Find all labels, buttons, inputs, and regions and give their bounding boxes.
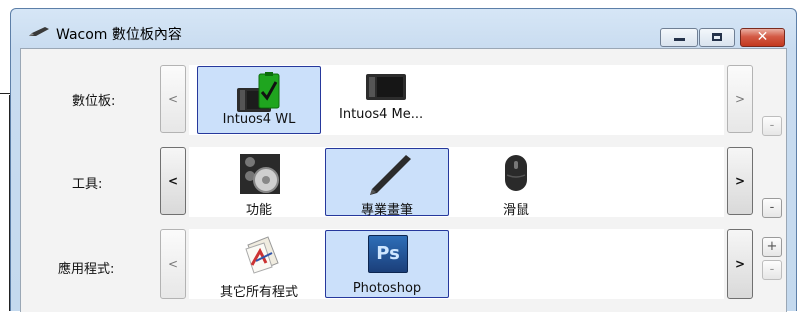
tablet-wireless-check-icon: [237, 72, 280, 112]
application-scroll-right-button[interactable]: >: [727, 229, 753, 299]
tablet-item-label: Intuos4 Me...: [339, 107, 424, 122]
client-area: 數位板: < Intuos4 WL Intuos4 Me... > - 工具: …: [20, 48, 787, 312]
application-item-all-other-programs[interactable]: 其它所有程式: [197, 230, 321, 300]
tablet-list: Intuos4 WL Intuos4 Me...: [189, 65, 724, 135]
mouse-icon: [505, 155, 527, 191]
tool-scroll-right-button[interactable]: >: [727, 147, 753, 215]
maximize-icon: [712, 33, 722, 41]
tool-list: 功能 專業畫筆 滑鼠: [189, 147, 724, 218]
tablet-item-intuos4-wl[interactable]: Intuos4 WL: [197, 66, 321, 134]
tool-row-label: 工具:: [72, 177, 103, 192]
minimize-button[interactable]: [660, 28, 698, 47]
remove-tool-button[interactable]: -: [762, 198, 782, 218]
remove-application-button[interactable]: -: [762, 260, 782, 280]
tool-item-functions[interactable]: 功能: [197, 148, 321, 218]
photoshop-icon: Ps: [368, 235, 408, 273]
tool-item-label: 專業畫筆: [360, 203, 413, 218]
tool-item-label: 功能: [245, 203, 272, 218]
tablet-icon: [366, 74, 406, 100]
pen-icon: [370, 155, 411, 195]
functions-icon: [240, 154, 280, 194]
window-title: Wacom 數位板內容: [56, 27, 182, 43]
tablet-row-label: 數位板:: [72, 94, 116, 109]
remove-tablet-button[interactable]: -: [762, 116, 782, 136]
tool-item-label: 滑鼠: [502, 203, 529, 218]
application-scroll-left-button[interactable]: <: [160, 229, 186, 299]
wacom-pen-icon: [29, 27, 49, 36]
all-programs-icon: [245, 236, 279, 274]
add-application-button[interactable]: +: [762, 237, 782, 257]
tool-item-mouse[interactable]: 滑鼠: [454, 148, 578, 218]
wacom-properties-window: Wacom 數位板內容 ✕ 數位板: < Intuos4 WL Intuos4 …: [10, 8, 797, 312]
maximize-button[interactable]: [699, 28, 735, 47]
tablet-scroll-left-button[interactable]: <: [160, 65, 186, 133]
tablet-item-label: Intuos4 WL: [222, 112, 296, 127]
tablet-item-intuos4-medium[interactable]: Intuos4 Me...: [326, 66, 450, 134]
application-item-label: Photoshop: [352, 281, 422, 296]
tool-item-pro-pen[interactable]: 專業畫筆: [325, 148, 449, 218]
title-bar[interactable]: Wacom 數位板內容 ✕: [11, 9, 796, 47]
application-row-label: 應用程式:: [58, 262, 115, 277]
minimize-icon: [674, 38, 685, 41]
close-icon: ✕: [756, 29, 769, 45]
application-list: 其它所有程式 Ps Photoshop: [189, 229, 724, 300]
tablet-scroll-right-button[interactable]: >: [727, 65, 753, 133]
application-item-label: 其它所有程式: [219, 285, 298, 300]
tool-scroll-left-button[interactable]: <: [160, 147, 186, 215]
application-item-photoshop[interactable]: Ps Photoshop: [325, 230, 449, 298]
close-button[interactable]: ✕: [740, 28, 785, 47]
